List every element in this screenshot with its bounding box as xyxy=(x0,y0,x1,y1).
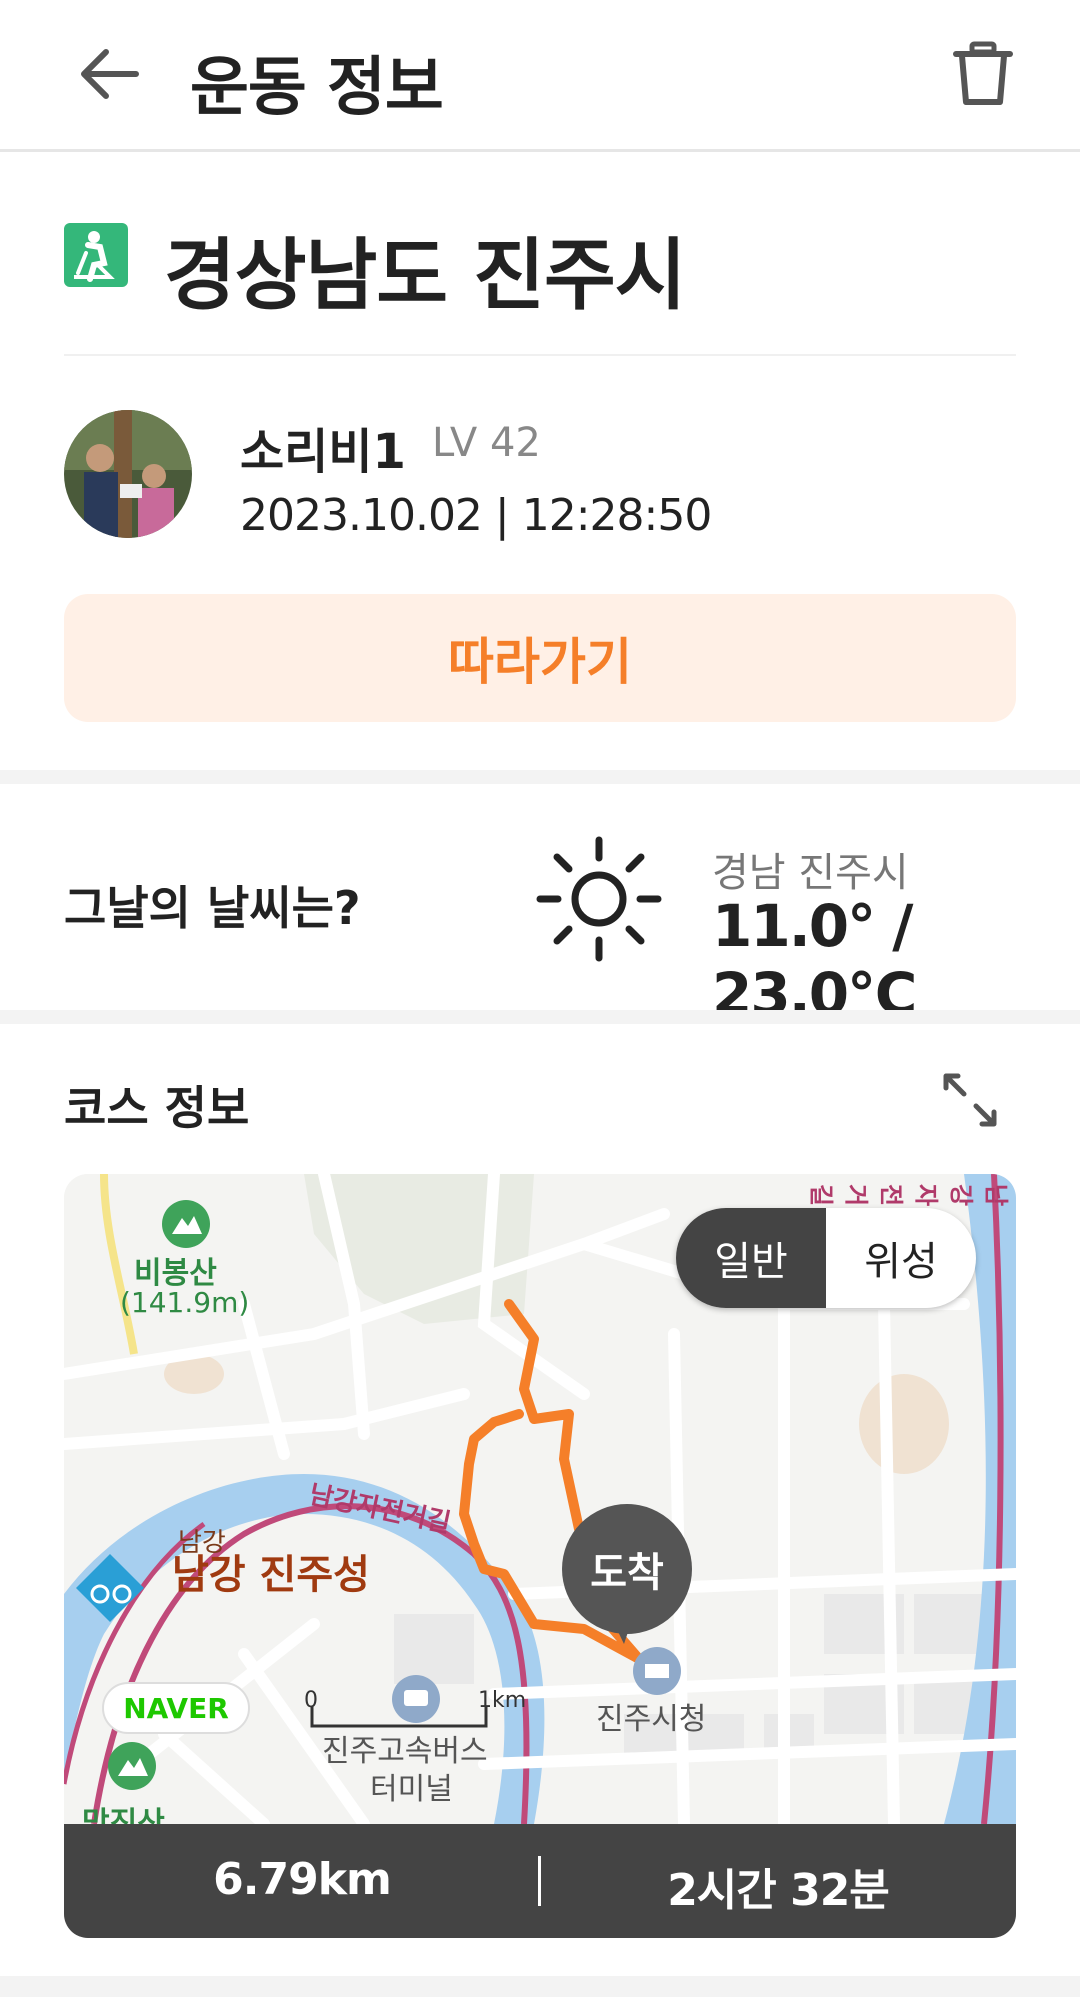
hiking-icon xyxy=(64,223,128,287)
section-divider xyxy=(0,1976,1080,1997)
weather-question: 그날의 날씨는? xyxy=(64,881,361,935)
weather-location: 경남 진주시 xyxy=(712,850,909,896)
map-label-city-hall: 진주시청 xyxy=(596,1702,707,1737)
course-title: 코스 정보 xyxy=(64,1081,250,1135)
map-label-bus-terminal-2: 터미널 xyxy=(370,1772,453,1807)
expand-icon[interactable] xyxy=(940,1070,1000,1130)
arrive-marker[interactable]: 도착 xyxy=(562,1504,692,1634)
trash-icon[interactable] xyxy=(950,40,1016,108)
course-stats: 6.79km 2시간 32분 xyxy=(64,1824,1016,1938)
map-label-castle: 남강 진주성 xyxy=(172,1552,370,1598)
section-divider xyxy=(0,770,1080,784)
map-scale-km: 1km xyxy=(478,1688,527,1713)
user-name: 소리비1 xyxy=(240,424,406,480)
sun-icon xyxy=(536,836,662,962)
weather-temperature: 11.0° / 23.0℃ xyxy=(712,892,917,1028)
map-label-mountain-height: (141.9m) xyxy=(120,1286,250,1319)
map-scale-zero: 0 xyxy=(304,1688,318,1713)
section-divider xyxy=(0,1010,1080,1024)
course-duration: 2시간 32분 xyxy=(667,1865,890,1916)
divider xyxy=(64,354,1016,356)
avatar[interactable] xyxy=(64,410,192,538)
app-bar: 운동 정보 xyxy=(0,0,1080,152)
map-label-bike-path-right: 남강자전거길 xyxy=(807,1184,1010,1207)
user-level: LV 42 xyxy=(432,420,541,466)
map-label-mountain-2: 망진산 xyxy=(82,1806,165,1824)
map-type-normal[interactable]: 일반 xyxy=(676,1208,826,1308)
arrow-left-icon[interactable] xyxy=(76,46,140,102)
course-distance: 6.79km xyxy=(213,1854,392,1905)
map-type-toggle: 일반 위성 xyxy=(676,1208,976,1308)
location-title: 경상남도 진주시 xyxy=(164,231,686,321)
activity-datetime: 2023.10.02 | 12:28:50 xyxy=(240,490,712,541)
page-title: 운동 정보 xyxy=(190,51,444,125)
naver-logo: NAVER xyxy=(102,1682,250,1734)
follow-button[interactable]: 따라가기 xyxy=(64,594,1016,722)
location-row: 경상남도 진주시 xyxy=(64,215,1016,321)
map-type-satellite[interactable]: 위성 xyxy=(826,1208,976,1308)
course-map[interactable]: 비봉산 (141.9m) 남강 남강 진주성 남강자전거길 남강자전거길 진주시… xyxy=(64,1174,1016,1824)
